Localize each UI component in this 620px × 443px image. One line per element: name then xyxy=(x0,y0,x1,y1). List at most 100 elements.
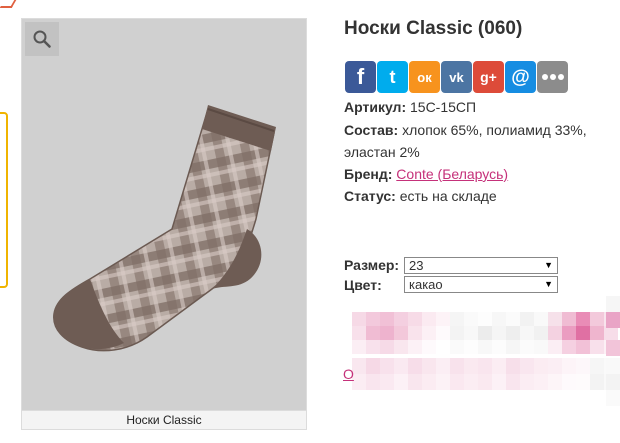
brand-label: Бренд: xyxy=(344,166,393,182)
share-twitter-button[interactable]: t xyxy=(377,61,408,93)
spec-article: Артикул: 15С-15СП xyxy=(344,96,476,118)
pixel-block xyxy=(506,340,520,354)
pixel-block xyxy=(590,312,604,326)
pixel-block xyxy=(576,340,590,354)
pixel-block xyxy=(548,358,562,374)
pixel-block xyxy=(450,358,464,374)
pixel-block xyxy=(606,340,620,356)
share-odnoklassniki-button[interactable]: ок xyxy=(409,61,440,93)
pixel-block xyxy=(422,374,436,390)
pixel-block xyxy=(562,374,576,390)
pixel-block xyxy=(604,326,618,340)
pixel-block xyxy=(562,312,576,326)
pixel-block xyxy=(366,326,380,340)
pixel-block xyxy=(520,358,534,374)
pixel-block xyxy=(478,340,492,354)
pixel-block xyxy=(478,374,492,390)
side-tab[interactable] xyxy=(0,112,8,288)
pixel-block xyxy=(366,340,380,354)
sock-image xyxy=(53,105,276,352)
pixel-block xyxy=(366,358,380,374)
image-caption: Носки Classic xyxy=(22,410,306,429)
pixel-block xyxy=(506,374,520,390)
pixel-block xyxy=(394,312,408,326)
pixel-block xyxy=(562,340,576,354)
article-value: 15С-15СП xyxy=(410,99,477,115)
product-title: Носки Classic (060) xyxy=(344,18,523,39)
pixel-block xyxy=(436,340,450,354)
pixel-block xyxy=(380,312,394,326)
stray-link[interactable]: О xyxy=(343,366,354,382)
odnoklassniki-icon: ок xyxy=(417,69,432,85)
share-more-button[interactable] xyxy=(537,61,568,93)
dropdown-arrow-icon: ▼ xyxy=(544,279,553,289)
pixel-block xyxy=(534,358,548,374)
pixel-block xyxy=(520,340,534,354)
share-vk-button[interactable]: vk xyxy=(441,61,472,93)
pixel-block xyxy=(464,374,478,390)
size-select[interactable]: 23 ▼ xyxy=(404,257,558,274)
share-facebook-button[interactable]: f xyxy=(345,61,376,93)
mailru-icon: @ xyxy=(511,66,530,88)
pixel-block xyxy=(562,358,576,374)
pixel-block xyxy=(464,312,478,326)
pixel-block xyxy=(450,374,464,390)
pixel-block xyxy=(394,340,408,354)
pixel-block xyxy=(422,340,436,354)
pixel-block xyxy=(422,312,436,326)
color-label: Цвет: xyxy=(344,277,382,293)
pixel-block xyxy=(576,312,590,326)
share-mailru-button[interactable]: @ xyxy=(505,61,536,93)
pixel-block xyxy=(534,312,548,326)
twitter-icon: t xyxy=(389,67,396,87)
brand-link[interactable]: Conte (Беларусь) xyxy=(396,166,508,182)
size-select-value: 23 xyxy=(409,258,424,273)
pixel-block xyxy=(408,374,422,390)
spec-composition: Состав: хлопок 65%, полиамид 33%, эласта… xyxy=(344,119,614,163)
dropdown-arrow-icon: ▼ xyxy=(544,260,553,270)
corner-decoration xyxy=(0,0,17,8)
pixel-block xyxy=(436,374,450,390)
product-image-card[interactable]: Носки Classic xyxy=(21,18,307,430)
pixel-block xyxy=(520,312,534,326)
pixel-block xyxy=(506,312,520,326)
magnifier-icon xyxy=(33,30,51,48)
pixel-block xyxy=(352,374,366,390)
article-label: Артикул: xyxy=(344,99,407,115)
pixel-block xyxy=(534,374,548,390)
more-icon xyxy=(541,74,565,80)
pixel-block xyxy=(478,358,492,374)
pixel-block xyxy=(576,326,590,340)
pixel-block xyxy=(606,358,620,374)
pixel-block xyxy=(450,312,464,326)
pixel-block xyxy=(450,326,464,340)
pixel-block xyxy=(408,312,422,326)
pixel-block xyxy=(492,326,506,340)
share-google-plus-button[interactable]: g+ xyxy=(473,61,504,93)
pixel-block xyxy=(548,340,562,354)
pixel-block xyxy=(606,312,620,328)
pixel-block xyxy=(464,326,478,340)
color-select[interactable]: какао ▼ xyxy=(404,276,558,293)
share-bar: f t ок vk g+ @ xyxy=(345,61,568,93)
pixel-block xyxy=(366,374,380,390)
pixel-block xyxy=(590,374,604,390)
pixel-block xyxy=(380,326,394,340)
composition-label: Состав: xyxy=(344,122,399,138)
pixel-block xyxy=(352,340,366,354)
pixel-block xyxy=(606,374,620,390)
vk-icon: vk xyxy=(449,69,464,85)
pixel-block xyxy=(436,312,450,326)
spec-brand: Бренд: Conte (Беларусь) xyxy=(344,163,508,185)
zoom-button[interactable] xyxy=(25,22,59,56)
pixel-block xyxy=(394,326,408,340)
pixel-block xyxy=(478,326,492,340)
google-plus-icon: g+ xyxy=(480,69,497,85)
pixel-block xyxy=(408,340,422,354)
pixel-block xyxy=(380,340,394,354)
pixel-block xyxy=(548,326,562,340)
pixel-block xyxy=(492,340,506,354)
status-label: Статус: xyxy=(344,188,396,204)
pixel-block xyxy=(436,358,450,374)
pixel-block xyxy=(422,358,436,374)
